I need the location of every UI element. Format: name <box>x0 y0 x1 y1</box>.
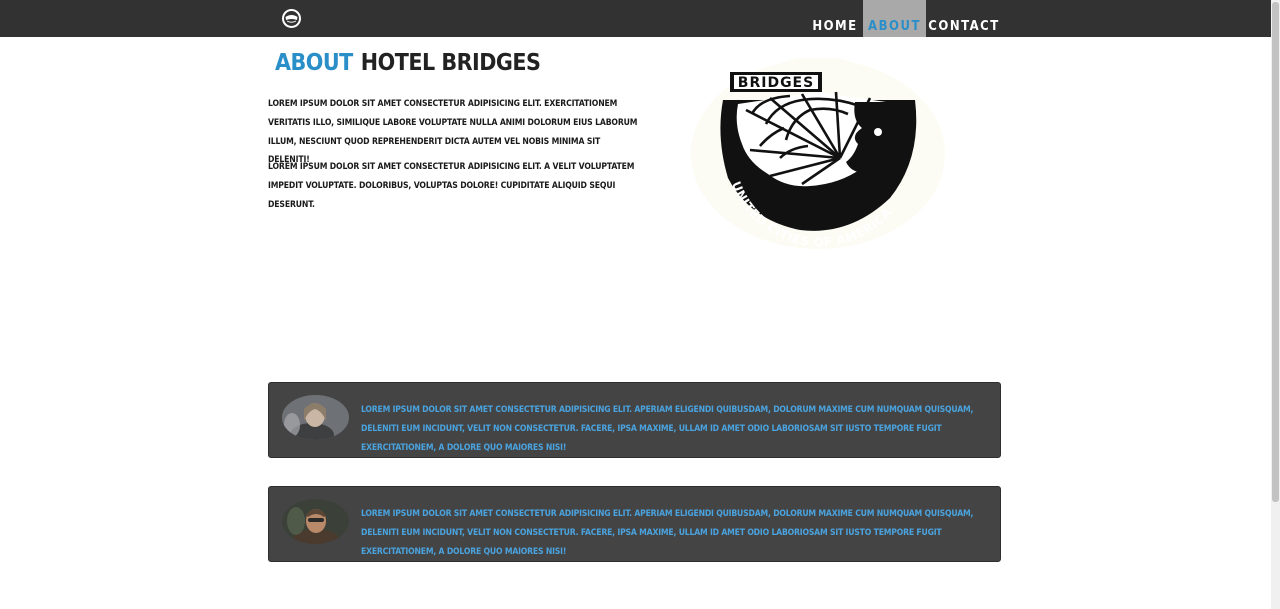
page-title: ABOUT HOTEL BRIDGES <box>275 50 541 76</box>
top-nav-bar <box>0 0 1271 37</box>
nav-link-contact[interactable]: CONTACT <box>926 0 1002 37</box>
testimonial-text: Lorem ipsum dolor sit amet consectetur a… <box>361 405 974 453</box>
logo-top-text: BRIDGES <box>738 75 814 91</box>
testimonial-text: Lorem ipsum dolor sit amet consectetur a… <box>361 509 974 557</box>
page-title-rest: HOTEL BRIDGES <box>360 50 541 76</box>
man-portrait-avatar <box>282 499 349 544</box>
woman-portrait-avatar <box>282 395 349 440</box>
about-paragraph-2: Lorem ipsum dolor sit amet consectetur a… <box>268 162 635 210</box>
testimonial-card: Lorem ipsum dolor sit amet consectetur a… <box>268 486 1001 562</box>
page-title-accent: ABOUT <box>275 50 353 76</box>
bridges-logo: BRIDGES UNITED CITIES OF AMERICA <box>691 58 945 249</box>
page-scrollbar-thumb[interactable] <box>1272 2 1279 502</box>
nav-link-home[interactable]: HOME <box>807 0 863 37</box>
nav-link-about[interactable]: ABOUT <box>863 0 926 37</box>
testimonial-card: Lorem ipsum dolor sit amet consectetur a… <box>268 382 1001 458</box>
bridges-emblem-icon[interactable] <box>281 8 302 29</box>
